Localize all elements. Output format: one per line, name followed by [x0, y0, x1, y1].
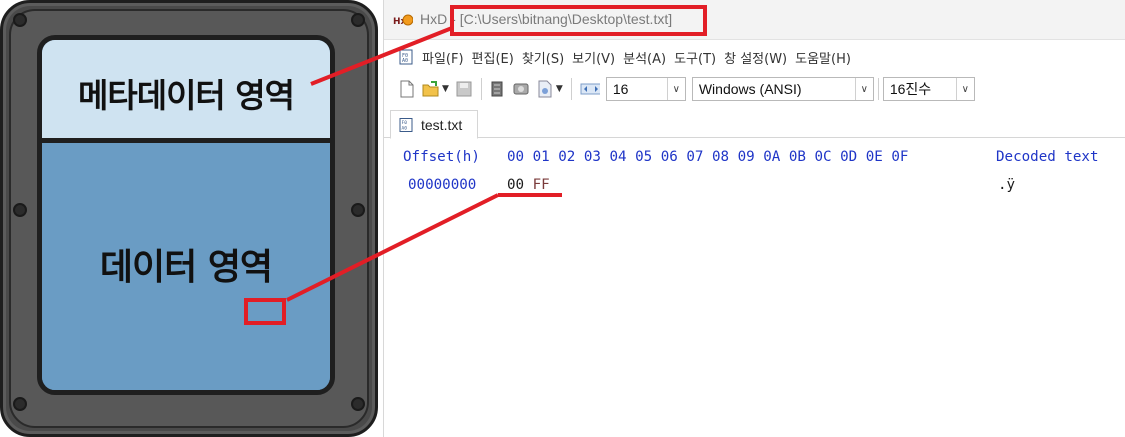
storage-device-illustration: 메타데이터 영역 데이터 영역	[0, 0, 378, 437]
menu-file[interactable]: 파일(F)	[422, 48, 464, 67]
offset-base-select[interactable]: 16진수 ∨	[882, 77, 975, 101]
charset-select[interactable]: Windows (ANSI) ∨	[691, 77, 874, 101]
app-name: HxD	[420, 11, 448, 27]
image-dropdown-icon[interactable]: ▼	[556, 84, 563, 94]
hex-byte[interactable]: FF	[533, 177, 550, 193]
bytes-per-row-icon	[580, 83, 600, 95]
hex-file-icon: F0 A0	[399, 117, 413, 132]
toolbar-separator	[480, 78, 482, 100]
tab-label: test.txt	[421, 116, 463, 133]
charset-value: Windows (ANSI)	[698, 81, 802, 97]
screw-top-right	[351, 13, 365, 27]
file-path-highlight-box	[450, 5, 707, 36]
new-file-icon[interactable]	[398, 80, 416, 98]
hxd-window: Hx HxD - [C:\Users\bitnang\Desktop\test.…	[383, 0, 1125, 437]
bytes-per-row-value: 16	[612, 81, 629, 97]
save-icon[interactable]	[455, 80, 473, 98]
screw-mid-right	[351, 203, 365, 217]
tab-bar: F0 A0 test.txt	[384, 106, 1125, 139]
open-file-icon[interactable]	[422, 80, 440, 98]
menu-tools[interactable]: 도구(T)	[674, 48, 716, 67]
column-headers: 00 01 02 03 04 05 06 07 08 09 0A 0B 0C 0…	[507, 149, 909, 165]
screw-mid-left	[13, 203, 27, 217]
bytes-highlight-underline	[498, 193, 562, 197]
menu-bar: F0 A0 파일(F) 편집(E) 찾기(S) 보기(V) 분석(A) 도구(T…	[384, 44, 1125, 70]
disk-editor-icon[interactable]	[512, 80, 530, 98]
toolbar: ▼ ▼ 16 ∨ Windows (ANSI) ∨ 16진수 ∨	[384, 74, 1125, 104]
chevron-down-icon[interactable]: ∨	[666, 78, 685, 100]
row-bytes: 00 FF	[507, 177, 550, 193]
title-bar: Hx HxD - [C:\Users\bitnang\Desktop\test.…	[384, 0, 1125, 40]
hex-byte[interactable]: 00	[507, 177, 524, 193]
data-region: 데이터 영역	[42, 148, 330, 390]
hex-editor-area[interactable]: Offset(h) 00 01 02 03 04 05 06 07 08 09 …	[384, 138, 1125, 437]
menu-view[interactable]: 보기(V)	[572, 48, 615, 67]
screw-bottom-left	[13, 397, 27, 411]
data-highlight-box	[244, 298, 286, 325]
menu-analysis[interactable]: 분석(A)	[623, 48, 666, 67]
svg-text:F0: F0	[402, 120, 408, 126]
metadata-region: 메타데이터 영역	[42, 40, 330, 143]
svg-text:A0: A0	[402, 58, 408, 64]
tab-test-txt[interactable]: F0 A0 test.txt	[390, 110, 478, 139]
toolbar-separator	[570, 78, 572, 100]
ram-editor-icon[interactable]	[488, 80, 506, 98]
storage-chip: 메타데이터 영역 데이터 영역	[37, 35, 335, 395]
bytes-per-row-select[interactable]: 16 ∨	[605, 77, 686, 101]
metadata-region-label: 메타데이터 영역	[77, 76, 295, 115]
hxd-app-icon: Hx	[393, 14, 413, 27]
menu-search[interactable]: 찾기(S)	[522, 48, 564, 67]
chevron-down-icon[interactable]: ∨	[955, 78, 974, 100]
open-dropdown-icon[interactable]: ▼	[442, 84, 449, 94]
menu-window[interactable]: 창 설정(W)	[724, 48, 787, 67]
svg-text:A0: A0	[402, 125, 408, 131]
screw-top-left	[13, 13, 27, 27]
screw-bottom-right	[351, 397, 365, 411]
document-icon: F0 A0	[399, 49, 413, 65]
offset-header: Offset(h)	[403, 149, 480, 165]
row-offset: 00000000	[408, 177, 477, 193]
offset-base-value: 16진수	[889, 81, 932, 97]
decoded-text-header: Decoded text	[996, 149, 1099, 165]
chevron-down-icon[interactable]: ∨	[854, 78, 873, 100]
menu-edit[interactable]: 편집(E)	[472, 48, 514, 67]
menu-help[interactable]: 도움말(H)	[795, 48, 851, 67]
image-file-icon[interactable]	[536, 80, 554, 98]
toolbar-separator	[877, 78, 879, 100]
row-decoded-text[interactable]: .ÿ	[998, 177, 1015, 193]
